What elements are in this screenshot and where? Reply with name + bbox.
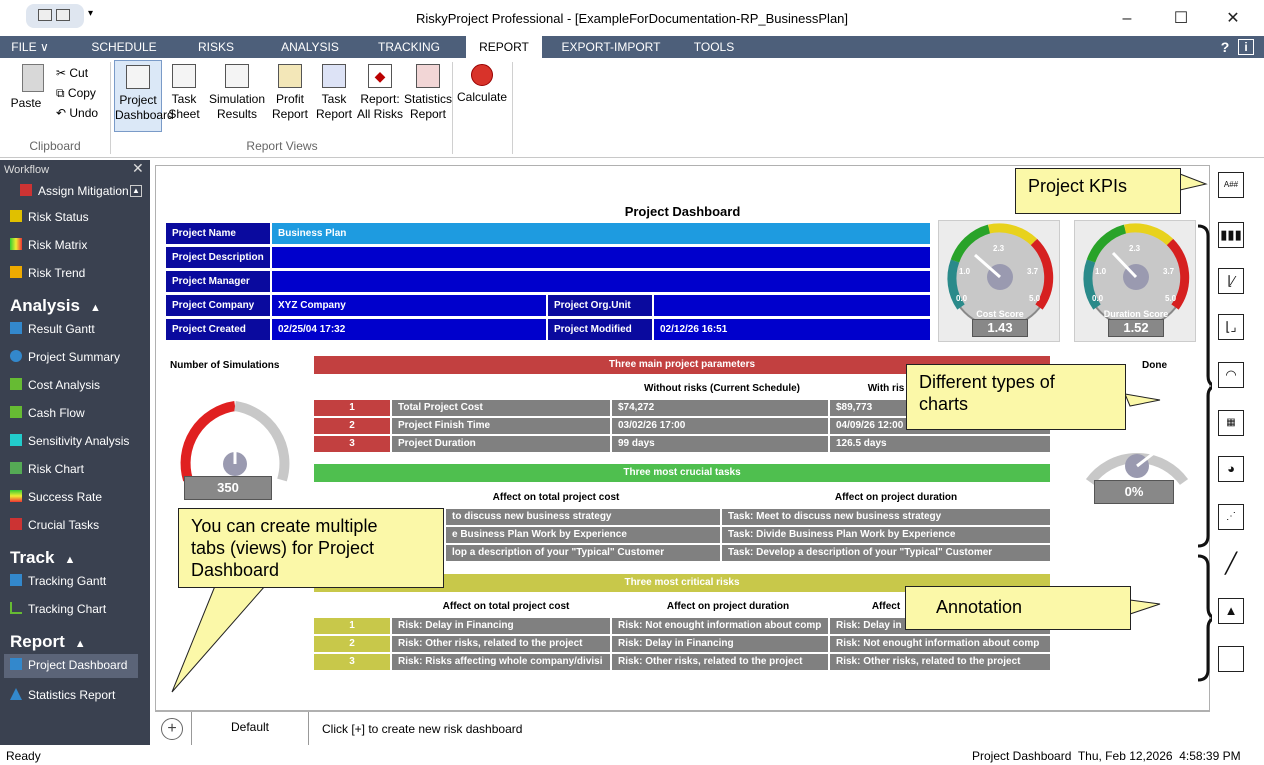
status-ready: Ready [6, 749, 41, 763]
callout-tabs-line3: Dashboard [191, 560, 280, 580]
callout-tabs-line1: You can create multiple [191, 516, 378, 536]
image-annotation-icon[interactable]: ▲ [1218, 598, 1244, 624]
bar-chart-icon[interactable]: ▮▮▮ [1218, 222, 1244, 248]
callout-project-kpis-text: Project KPIs [1028, 176, 1128, 196]
dashboard-tab-bar: + Default Click [+] to create new risk d… [155, 711, 1210, 746]
callout-chart-types: Different types of charts [906, 364, 1126, 430]
area-chart-icon[interactable]: ⌊⌟ [1218, 314, 1244, 340]
gauge-icon[interactable]: ◠ [1218, 362, 1244, 388]
grid-chart-icon[interactable]: ▦ [1218, 410, 1244, 436]
callout-annotation: Annotation [905, 586, 1131, 630]
add-dashboard-tab-button[interactable]: + [161, 718, 183, 740]
add-tab-hint: Click [+] to create new risk dashboard [322, 722, 523, 736]
tab-default[interactable]: Default [191, 712, 309, 746]
callout-multiple-tabs: You can create multiple tabs (views) for … [178, 508, 444, 588]
callout-annotation-text: Annotation [936, 597, 1023, 617]
kpi-icon[interactable]: A## [1218, 172, 1244, 198]
status-bar: Ready Project Dashboard Thu, Feb 12,2026… [0, 745, 1264, 765]
rectangle-annotation-icon[interactable] [1218, 646, 1244, 672]
line-chart-icon[interactable]: ⌊⁄ [1218, 268, 1244, 294]
pie-chart-icon[interactable]: ◕ [1218, 456, 1244, 482]
scatter-chart-icon[interactable]: ⋰ [1218, 504, 1244, 530]
callout-chart-types-line2: charts [919, 394, 969, 414]
line-annotation-icon[interactable]: ╱ [1218, 552, 1244, 578]
callout-project-kpis: Project KPIs [1015, 168, 1181, 214]
status-info: Project Dashboard Thu, Feb 12,2026 4:58:… [972, 749, 1241, 763]
callout-tabs-line2: tabs (views) for Project [191, 538, 375, 558]
callout-chart-types-line1: Different types of [919, 372, 1055, 392]
